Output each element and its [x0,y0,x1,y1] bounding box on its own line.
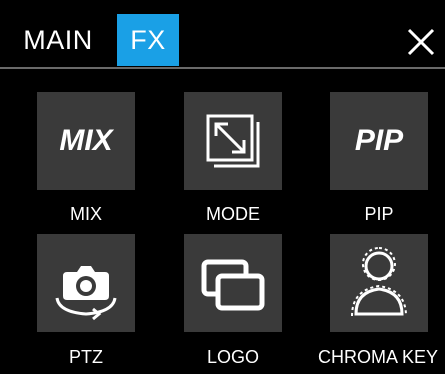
header-divider [0,67,445,69]
logo-label: LOGO [206,347,259,367]
close-icon [407,28,435,56]
pip-text-icon: PIP [354,124,404,157]
top-bar: MAIN FX [0,0,445,70]
mix-text-icon: MIX [59,124,113,157]
pip-label: PIP [364,204,394,224]
person-silhouette-icon [351,247,407,317]
tab-fx[interactable]: FX [117,14,179,66]
chroma-key-label: CHROMA KEY [317,347,439,367]
mix-label: MIX [69,204,102,224]
mix-tile[interactable]: MIX [37,92,135,190]
mode-label: MODE [206,204,260,224]
camera-rotate-icon [55,266,117,321]
close-button[interactable] [405,26,437,58]
ptz-label: PTZ [69,347,103,367]
pip-tile[interactable]: PIP [330,92,428,190]
chroma-key-tile[interactable] [330,234,428,332]
resize-expand-icon [206,114,260,168]
ptz-tile[interactable] [37,234,135,332]
tab-main[interactable]: MAIN [10,14,106,66]
mode-tile[interactable] [184,92,282,190]
logo-tile[interactable] [184,234,282,332]
overlapping-windows-icon [201,259,265,311]
